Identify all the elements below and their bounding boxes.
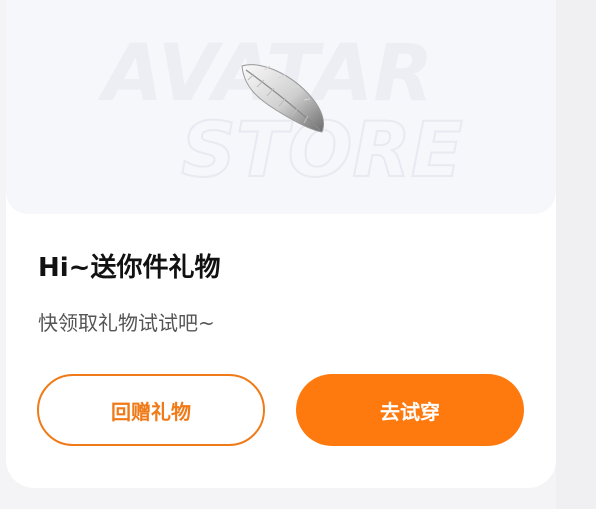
avatar-store-banner: AVATAR STORE <box>6 0 556 214</box>
try-on-button[interactable]: 去试穿 <box>296 374 524 446</box>
gift-subtitle: 快领取礼物试试吧~ <box>38 311 215 335</box>
background-strip <box>556 0 596 509</box>
feather-icon <box>241 64 325 133</box>
gift-popup-page: AVATAR STORE Hi~送你件礼物 快领取礼物试试吧~ 回赠礼物 <box>0 0 596 509</box>
gift-title: Hi~送你件礼物 <box>38 253 221 283</box>
return-gift-button[interactable]: 回赠礼物 <box>37 374 265 446</box>
gift-card: AVATAR STORE Hi~送你件礼物 快领取礼物试试吧~ 回赠礼物 <box>6 0 556 488</box>
